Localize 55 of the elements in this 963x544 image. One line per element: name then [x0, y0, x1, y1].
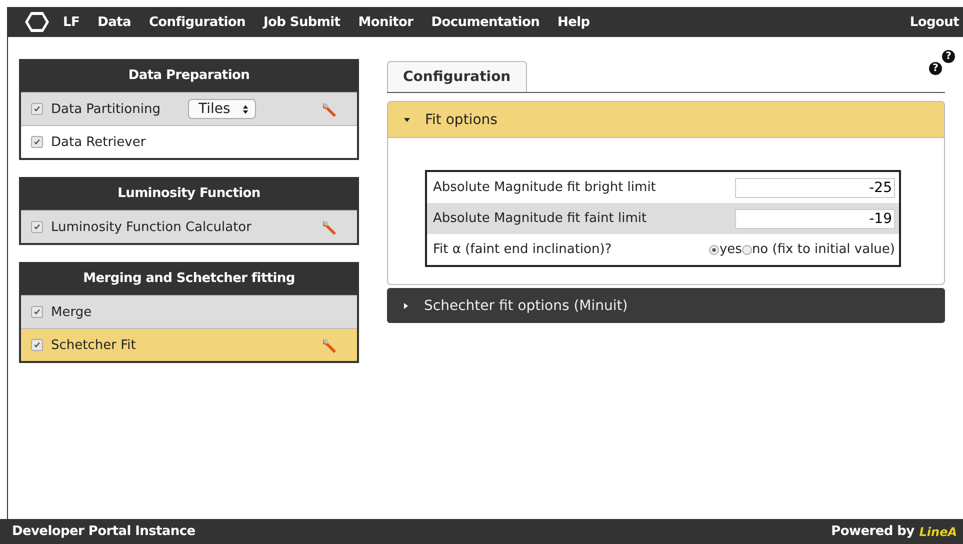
nav-link[interactable]: Job Submit — [263, 14, 340, 30]
input-field[interactable]: -25 — [735, 178, 895, 198]
item-label: Merge — [51, 304, 92, 320]
nav-link[interactable]: Configuration — [148, 14, 246, 30]
accordion-header[interactable]: Fit options — [388, 102, 944, 138]
accordion-header[interactable]: Schechter fit options (Minuit) — [387, 288, 945, 323]
tiles-dropdown[interactable]: Tiles — [188, 99, 256, 119]
checkbox[interactable] — [31, 136, 43, 148]
wrench-icon[interactable] — [321, 337, 337, 353]
wrench-icon[interactable] — [321, 101, 337, 117]
radio-label[interactable]: yes — [719, 242, 742, 257]
nav-link[interactable]: Documentation — [431, 14, 540, 30]
item-label: Schetcher Fit — [51, 338, 136, 352]
hexagon-logo-icon[interactable] — [25, 11, 49, 33]
item-label: Data Partitioning — [51, 102, 160, 116]
wrench-icon[interactable] — [321, 219, 337, 235]
field-label: Fit α (faint end inclination)? — [433, 242, 613, 257]
help-icon[interactable]: ? — [942, 50, 955, 63]
panel-item[interactable]: Merge — [21, 295, 357, 328]
item-label: Luminosity Function Calculator — [51, 220, 252, 234]
nav-link[interactable]: Monitor — [358, 14, 414, 30]
check-icon — [33, 308, 41, 316]
footer-text: Developer Portal Instance — [12, 524, 196, 539]
input-field[interactable]: -19 — [735, 208, 895, 228]
help-icon[interactable]: ? — [929, 62, 942, 75]
field-label: Absolute Magnitude fit faint limit — [433, 211, 648, 226]
check-icon — [33, 223, 41, 231]
field-label: Absolute Magnitude fit bright limit — [433, 180, 657, 195]
logout-link[interactable]: Logout — [910, 14, 959, 30]
linea-logo: LineA — [919, 524, 957, 538]
nav-link[interactable]: Data — [98, 14, 131, 30]
panel-item[interactable]: Luminosity Function Calculator — [21, 210, 357, 243]
radio-button[interactable] — [709, 244, 720, 254]
check-icon — [33, 341, 41, 349]
nav-link[interactable]: Help — [558, 14, 590, 30]
nav-link[interactable]: LF — [63, 14, 80, 30]
item-label: Data Retriever — [51, 134, 146, 150]
up-down-arrows-icon — [242, 104, 250, 114]
checkbox[interactable] — [31, 221, 43, 233]
check-icon — [33, 138, 41, 146]
checkbox[interactable] — [31, 306, 43, 318]
panel-item[interactable]: Schetcher Fit — [21, 328, 357, 361]
checkbox[interactable] — [31, 339, 43, 351]
radio-label[interactable]: no (fix to initial value) — [752, 242, 895, 257]
panel-title: Data Preparation — [21, 59, 357, 92]
checkbox[interactable] — [31, 103, 43, 115]
panel-item[interactable]: Data Partitioning Tiles — [21, 92, 357, 125]
caret-icon — [402, 302, 410, 310]
check-icon — [33, 105, 41, 113]
radio-button[interactable] — [742, 244, 752, 254]
powered-by-text: Powered by — [831, 524, 914, 539]
panel-title: Luminosity Function — [21, 177, 357, 210]
panel-title: Merging and Schetcher fitting — [21, 262, 357, 295]
tab[interactable]: Configuration — [387, 61, 527, 92]
caret-icon — [403, 116, 411, 124]
